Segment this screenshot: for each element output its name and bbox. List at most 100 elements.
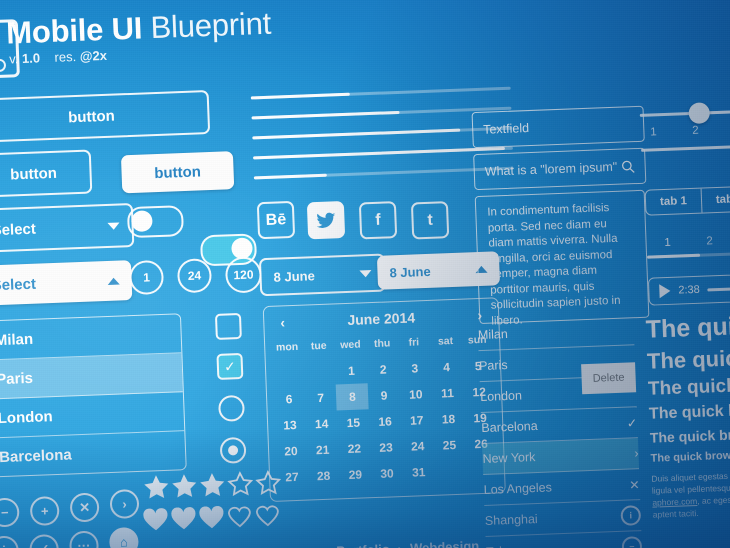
minus-icon-button[interactable]: − (0, 497, 20, 528)
stepper-labels: 1 2 3 (646, 233, 730, 250)
calendar-day-grid[interactable]: 1 2 3 4 5 6 7 8 9 10 11 12 13 14 15 16 17 18 19 20 21 22 23 24 2… (272, 353, 499, 491)
calendar-day[interactable]: 30 (371, 460, 404, 487)
stepper-progress (647, 250, 730, 259)
calendar-day[interactable]: 14 (305, 410, 338, 437)
heart-rating[interactable] (142, 504, 283, 538)
calendar-weekday: mon (275, 340, 299, 354)
outline-button[interactable]: button (0, 149, 93, 198)
calendar-day[interactable]: 20 (275, 438, 308, 465)
calendar-day[interactable]: 8 (336, 383, 369, 411)
calendar-day[interactable]: 21 (306, 436, 339, 463)
textfield[interactable]: Textfield (471, 105, 645, 149)
wide-outline-button[interactable]: button (0, 90, 211, 143)
version-value: 1.0 (21, 50, 41, 67)
toggle-off[interactable] (126, 205, 184, 239)
plus-icon-button[interactable]: + (29, 495, 60, 527)
textarea[interactable]: In condimentum facilisis porta. Sed nec … (474, 189, 650, 327)
typography-specimen-22: The quick brown fox (646, 341, 730, 374)
date-picker-value: 8 June (389, 263, 431, 280)
slider-tick: 1 (650, 126, 657, 139)
slider-track[interactable] (639, 102, 730, 125)
more-icon-button[interactable]: ··· (68, 530, 100, 548)
close-icon: ✕ (628, 477, 640, 493)
play-icon[interactable] (659, 283, 671, 299)
list-item[interactable]: Barcelona (0, 431, 186, 476)
calendar-day[interactable]: 3 (398, 355, 431, 382)
calendar-day[interactable]: 16 (369, 408, 402, 435)
calendar-day[interactable]: 24 (401, 433, 434, 460)
radio-selected[interactable] (219, 436, 247, 464)
calendar-day[interactable]: 13 (274, 412, 307, 439)
calendar-day[interactable]: 25 (433, 432, 466, 459)
typography-specimen-25: The quick brown fox (645, 307, 730, 344)
twitter-icon-button[interactable] (306, 201, 346, 240)
star-rating[interactable] (143, 470, 284, 506)
calendar-day[interactable]: 28 (307, 462, 340, 489)
delete-button[interactable]: Delete (581, 362, 637, 395)
calendar[interactable]: ‹ June 2014 › mon tue wed thu fri sat sun 1234… (262, 297, 506, 503)
player-seek-bar[interactable] (707, 284, 730, 291)
calendar-day[interactable]: 15 (337, 409, 370, 436)
calendar-day[interactable]: 7 (304, 384, 337, 411)
version-label: v. (8, 51, 19, 67)
calendar-day[interactable]: 1 (335, 357, 368, 384)
info-icon[interactable]: i (620, 505, 642, 526)
calendar-day[interactable]: 18 (432, 406, 465, 433)
city-list-left[interactable]: Milan Paris London Barcelona (0, 313, 187, 478)
select-filled[interactable]: Select (0, 260, 133, 306)
calendar-day[interactable]: 31 (402, 459, 435, 486)
calendar-day[interactable]: 10 (399, 381, 432, 408)
info-icon-button[interactable]: i (0, 535, 20, 548)
filled-button[interactable]: button (120, 151, 235, 194)
calendar-day[interactable]: 17 (400, 407, 433, 434)
tumblr-icon-button[interactable]: t (410, 201, 450, 240)
media-player[interactable]: 2:38 (647, 271, 730, 306)
home-icon-button[interactable]: ⌂ (108, 526, 139, 548)
stepper-step[interactable]: 1 (646, 236, 688, 250)
breadcrumb-item-webdesign[interactable]: Webdesign (410, 538, 480, 548)
close-icon-button[interactable]: ✕ (69, 492, 100, 523)
slider[interactable]: 1 2 3 (639, 102, 730, 152)
calendar-day[interactable]: 22 (338, 435, 371, 462)
breadcrumb[interactable]: Home › Portfolio › Webdesign (280, 538, 480, 548)
calendar-day[interactable]: 2 (367, 356, 400, 383)
stepper-step[interactable]: 2 (688, 235, 730, 249)
calendar-day[interactable]: 9 (368, 382, 401, 409)
tab-bar[interactable]: tab 1 tab 2 (644, 185, 730, 216)
chevron-right-icon-button[interactable]: › (109, 488, 140, 520)
city-list-right[interactable]: Milan Paris London Delete Barcelona ✓ Ne… (477, 314, 643, 548)
radio-unselected[interactable] (218, 394, 245, 422)
close-icon: ✕ (78, 499, 91, 516)
calendar-day[interactable]: 27 (276, 464, 309, 491)
stepper[interactable]: 1 2 3 (646, 233, 730, 259)
checkbox-unchecked[interactable] (214, 312, 242, 340)
tab-1[interactable]: tab 1 (645, 188, 703, 215)
calendar-day[interactable]: 23 (370, 434, 403, 461)
check-icon-button[interactable]: ✓ (29, 533, 60, 548)
date-picker-value: 8 June (273, 267, 316, 285)
checkbox-checked[interactable]: ✓ (216, 352, 244, 380)
calendar-day[interactable]: 11 (431, 380, 464, 407)
calendar-day[interactable]: 29 (339, 461, 372, 488)
minus-icon[interactable]: − (621, 536, 643, 548)
search-input[interactable]: What is a "lorem ipsum" (473, 147, 647, 191)
tab-2[interactable]: tab 2 (701, 187, 730, 213)
behance-icon-button[interactable]: Bē (256, 200, 296, 240)
slider-handle[interactable] (688, 102, 711, 125)
select-outline[interactable]: Select (0, 202, 135, 253)
facebook-icon-button[interactable]: f (358, 201, 398, 240)
progress-bar (250, 86, 511, 100)
calendar-weekday: tue (310, 339, 327, 353)
breadcrumb-item-portfolio[interactable]: Portfolio (336, 542, 390, 548)
list-item-label: New York (482, 450, 536, 467)
wide-outline-button-label: button (67, 107, 116, 126)
breadcrumb-item-home[interactable]: Home (280, 544, 317, 548)
calendar-day[interactable]: 6 (273, 386, 306, 413)
calendar-day[interactable]: 4 (430, 354, 463, 381)
calendar-prev-button[interactable]: ‹ (280, 314, 285, 330)
date-picker-outline[interactable]: 8 June (258, 253, 387, 297)
list-item-label: London (0, 407, 53, 427)
minus-icon: − (0, 504, 9, 521)
select-outline-label: Select (0, 220, 37, 239)
inline-link[interactable]: aphore.com (652, 496, 697, 508)
